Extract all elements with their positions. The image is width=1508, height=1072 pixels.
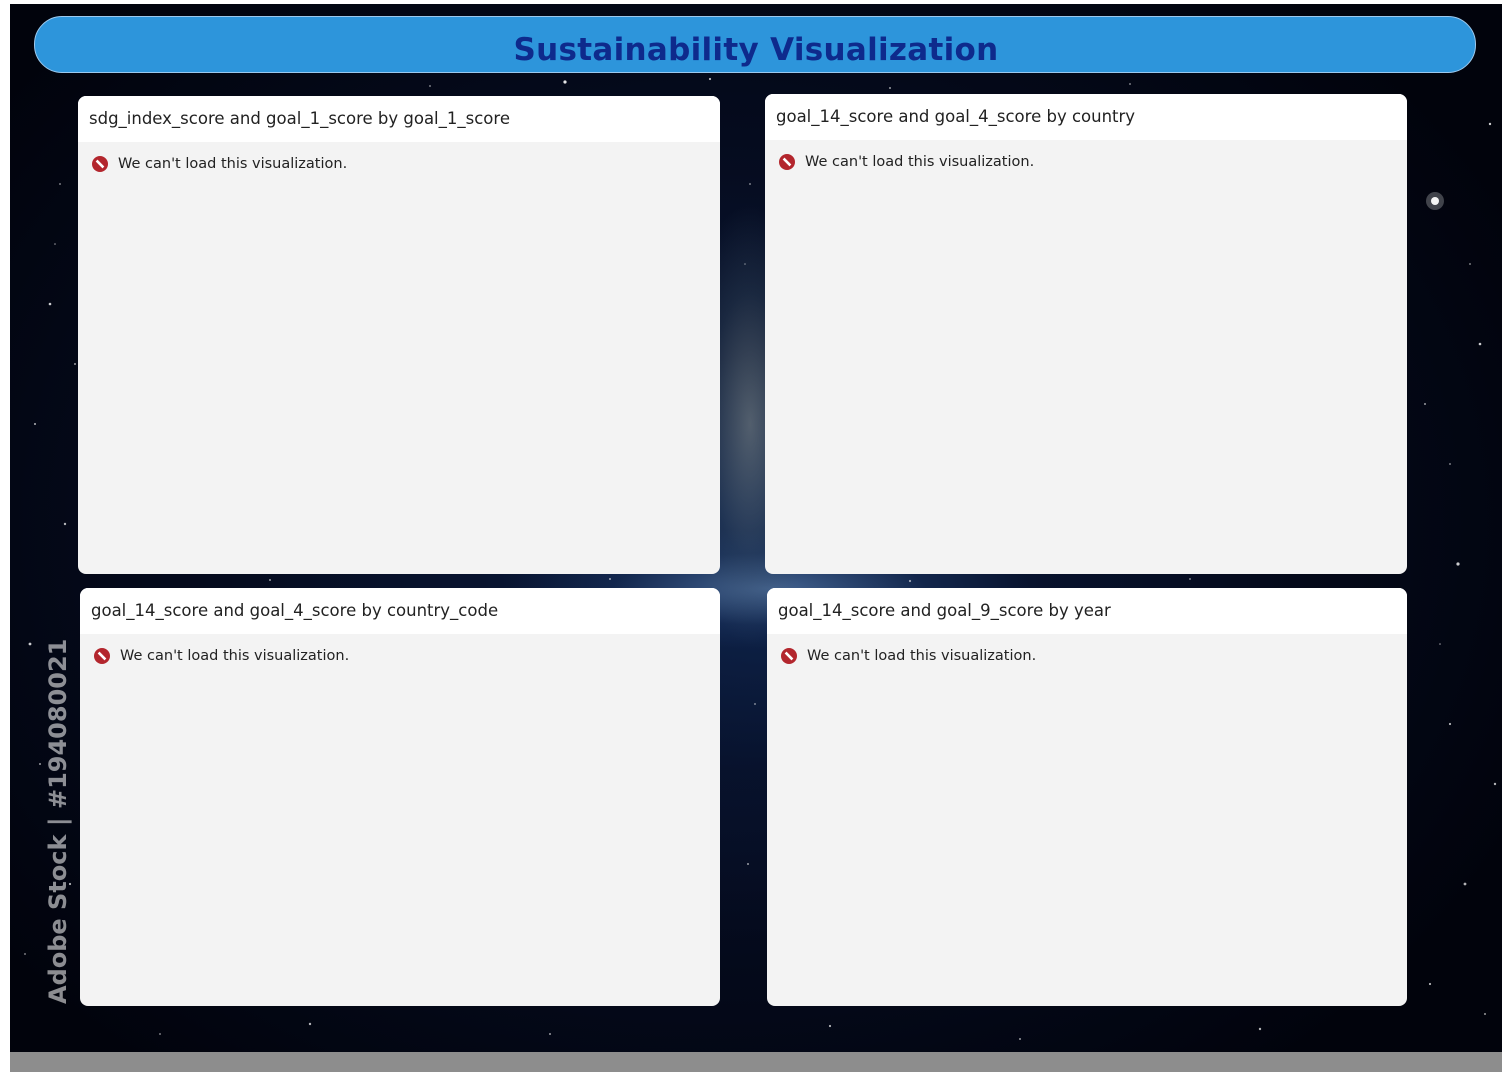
footer-bar [10, 1052, 1502, 1072]
error-text: We can't load this visualization. [120, 648, 350, 664]
visualization-panel-2[interactable]: goal_14_score and goal_4_score by countr… [765, 94, 1407, 574]
visualization-panel-3[interactable]: goal_14_score and goal_4_score by countr… [80, 588, 720, 1006]
visualization-panel-1[interactable]: sdg_index_score and goal_1_score by goal… [78, 96, 720, 574]
no-entry-icon [92, 156, 108, 172]
error-text: We can't load this visualization. [807, 648, 1037, 664]
no-entry-icon [781, 648, 797, 664]
load-error-message: We can't load this visualization. [779, 151, 1407, 173]
no-entry-icon [94, 648, 110, 664]
error-text: We can't load this visualization. [118, 156, 348, 172]
panel-title: goal_14_score and goal_4_score by countr… [80, 588, 720, 634]
error-text: We can't load this visualization. [805, 154, 1035, 170]
panel-title: sdg_index_score and goal_1_score by goal… [78, 96, 720, 142]
dashboard-canvas: Sustainability Visualization Adobe Stock… [10, 4, 1502, 1052]
visualization-panel-4[interactable]: goal_14_score and goal_9_score by year W… [767, 588, 1407, 1006]
panel-title: goal_14_score and goal_4_score by countr… [765, 94, 1407, 140]
panel-title: goal_14_score and goal_9_score by year [767, 588, 1407, 634]
page-title: Sustainability Visualization [513, 32, 999, 68]
stock-watermark: Adobe Stock | #194080021 [44, 638, 72, 1004]
load-error-message: We can't load this visualization. [94, 645, 720, 667]
load-error-message: We can't load this visualization. [781, 645, 1407, 667]
no-entry-icon [779, 154, 795, 170]
load-error-message: We can't load this visualization. [92, 153, 720, 175]
